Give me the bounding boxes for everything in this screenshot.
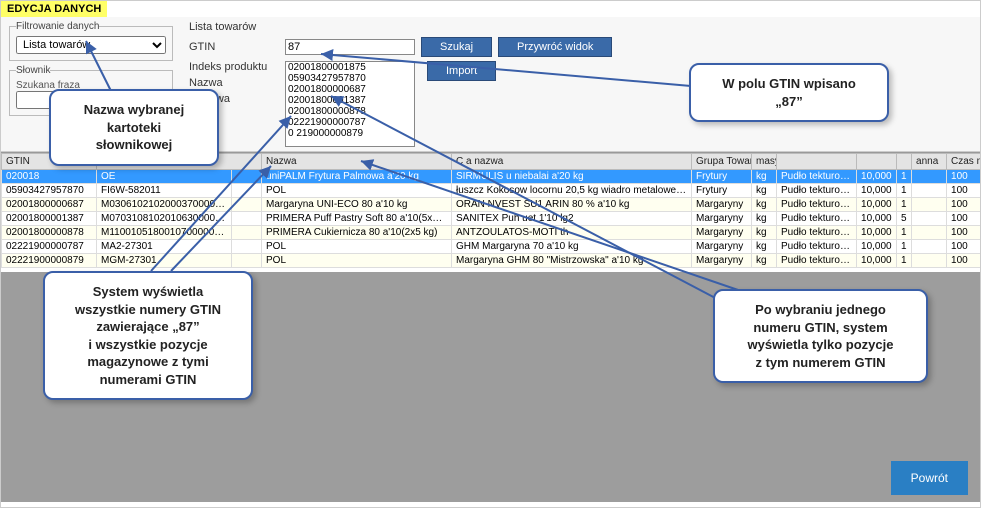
gtin-list-item[interactable]: 0 219000000879 bbox=[286, 128, 414, 139]
gtin-label: GTIN bbox=[189, 41, 279, 53]
table-row[interactable]: 02221900000787MA2-27301POLGHM Margaryna … bbox=[2, 240, 981, 254]
name-label: Nazwa bbox=[189, 77, 279, 89]
table-row[interactable]: 020018OEuniPALM Frytura Palmowa a'20 kgS… bbox=[2, 170, 981, 184]
col-unit[interactable]: masy bbox=[752, 154, 777, 170]
return-button[interactable]: Powrót bbox=[891, 461, 968, 495]
col-custom-name[interactable]: C a nazwa bbox=[452, 154, 692, 170]
col-pack[interactable] bbox=[777, 154, 857, 170]
gtin-listbox[interactable]: 0200180000187505903427957870020018000006… bbox=[285, 61, 415, 147]
table-row[interactable]: 02001800000878M110010518001070000000000P… bbox=[2, 226, 981, 240]
col-time[interactable]: Czas magazynowa bbox=[947, 154, 980, 170]
gtin-list-item[interactable]: 02221900000787 bbox=[286, 117, 414, 128]
gtin-input[interactable] bbox=[285, 39, 415, 55]
table-row[interactable]: 02001800000687M030610210200037000000000M… bbox=[2, 198, 981, 212]
import-button[interactable]: Import bbox=[427, 61, 496, 81]
col-group[interactable]: Grupa Towarowa bbox=[692, 154, 752, 170]
search-button[interactable]: Szukaj bbox=[421, 37, 492, 57]
col-anna[interactable]: anna bbox=[912, 154, 947, 170]
table-row[interactable]: 05903427957870FI6W-582011POLłuszcz Kokos… bbox=[2, 184, 981, 198]
callout-gtin-entered: W polu GTIN wpisano„87” bbox=[689, 63, 889, 122]
col-w[interactable] bbox=[857, 154, 897, 170]
gtin-list-item[interactable]: 02001800001875 bbox=[286, 62, 414, 73]
filtering-fieldset: Filtrowanie danych Lista towarów bbox=[9, 21, 173, 61]
gtin-list-item[interactable]: 05903427957870 bbox=[286, 73, 414, 84]
col-q[interactable] bbox=[897, 154, 912, 170]
restore-view-button[interactable]: Przywróć widok bbox=[498, 37, 612, 57]
index-label: Indeks produktu bbox=[189, 61, 279, 73]
list-label: Lista towarów bbox=[189, 21, 279, 33]
col-name[interactable]: Nazwa bbox=[262, 154, 452, 170]
table-row[interactable]: 02221900000879MGM-27301POLMargaryna GHM … bbox=[2, 254, 981, 268]
dictionary-legend: Słownik bbox=[16, 65, 50, 76]
page-title: EDYCJA DANYCH bbox=[1, 1, 107, 17]
table-row[interactable]: 02001800001387M070310810201063000000000P… bbox=[2, 212, 981, 226]
filtering-legend: Filtrowanie danych bbox=[16, 21, 99, 32]
callout-system-displays: System wyświetlawszystkie numery GTINzaw… bbox=[43, 271, 253, 400]
gtin-list-item[interactable]: 02001800001387 bbox=[286, 95, 414, 106]
callout-after-select: Po wybraniu jednegonumeru GTIN, systemwy… bbox=[713, 289, 928, 383]
gtin-list-item[interactable]: 02001800000878 bbox=[286, 106, 414, 117]
gtin-list-item[interactable]: 02001800000687 bbox=[286, 84, 414, 95]
callout-dictionary-name: Nazwa wybranejkartotekisłownikowej bbox=[49, 89, 219, 166]
grid: GTIN Mark. prod Nazwa C a nazwa Grupa To… bbox=[1, 152, 980, 272]
dictionary-select[interactable]: Lista towarów bbox=[16, 36, 166, 54]
